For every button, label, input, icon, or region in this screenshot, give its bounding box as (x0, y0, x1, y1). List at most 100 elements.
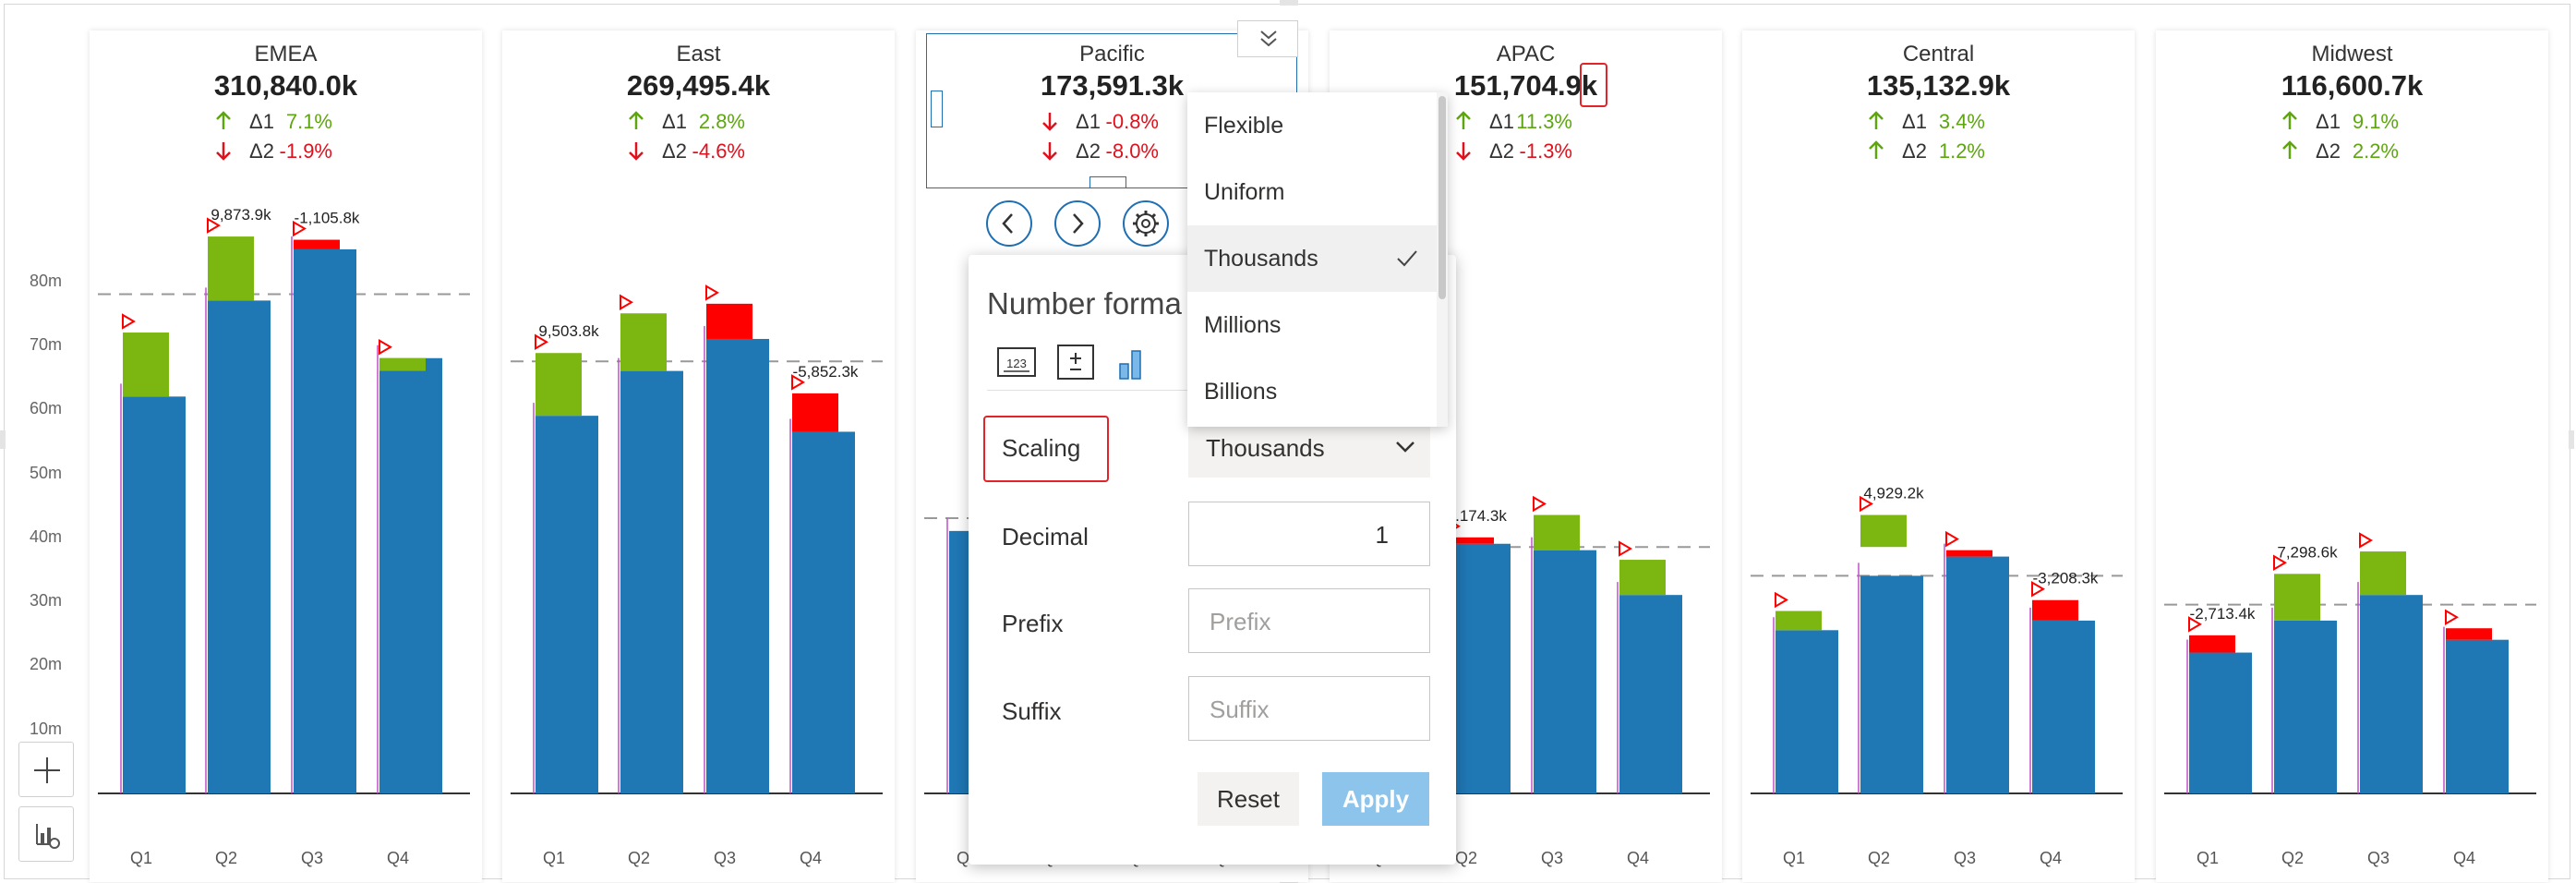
bar-q4[interactable] (2446, 639, 2509, 793)
chart-panel-east[interactable]: East 269,495.4k Δ1 2.8% Δ2 -4.6% 9,503.8k -5,85… (502, 30, 895, 882)
variance-block[interactable] (123, 333, 169, 397)
variance-block[interactable] (208, 236, 254, 301)
variance-block[interactable] (1860, 514, 1907, 548)
variance-block[interactable] (792, 393, 838, 432)
bar-q3[interactable] (2360, 595, 2423, 793)
bar-q2[interactable] (620, 370, 683, 793)
chart-panel-midwest[interactable]: Midwest 116,600.7k Δ1 9.1% Δ2 2.2% -2,713.4k 7,… (2156, 30, 2548, 882)
y-axis-tick-label: 30m (30, 591, 63, 611)
x-axis-tick-label: Q3 (1541, 849, 1563, 867)
scaling-option-millions[interactable]: Millions (1187, 292, 1437, 358)
x-axis-tick-label: Q1 (1783, 849, 1805, 867)
variance-label: 7,298.6k (2277, 543, 2338, 561)
y-axis-tick-label: 70m (30, 334, 63, 354)
delta2-arrow-icon (1869, 140, 1884, 159)
bar-chart-icon[interactable] (1116, 340, 1157, 381)
variance-block[interactable] (1619, 560, 1666, 596)
panel-total: 310,840.0k (214, 69, 358, 102)
x-axis-tick-label: Q1 (2197, 849, 2219, 867)
delta2-label: Δ2 (1489, 139, 1514, 163)
add-button[interactable] (18, 742, 74, 797)
apply-button[interactable]: Apply (1322, 772, 1429, 826)
variance-block[interactable] (706, 303, 752, 339)
bar-q2[interactable] (2274, 620, 2337, 793)
reset-button[interactable]: Reset (1198, 772, 1299, 826)
scrollbar[interactable] (1437, 92, 1448, 427)
variance-label: .174.3k (1455, 507, 1507, 525)
delta1-label: Δ1 (1489, 110, 1514, 133)
bar-q2[interactable] (208, 300, 271, 793)
chart-settings-button[interactable] (18, 806, 74, 862)
svg-text:123: 123 (1006, 357, 1027, 370)
resize-handle-left[interactable] (931, 91, 943, 127)
panel-chart-svg: East269,495.4k Δ1 2.8% Δ2 -4.6% 9,503.8k -5,85… (511, 42, 883, 867)
variance-block[interactable] (2274, 574, 2320, 621)
delta1-arrow-icon (1869, 111, 1884, 129)
prefix-input[interactable]: Prefix (1188, 588, 1430, 653)
settings-button[interactable] (1123, 200, 1169, 247)
bar-q2[interactable] (1448, 543, 1511, 793)
delta2-label: Δ2 (2316, 139, 2341, 163)
variance-block[interactable] (2360, 551, 2406, 596)
delta1-arrow-icon (1456, 111, 1471, 129)
scaling-option-label: Billions (1204, 379, 1278, 405)
delta2-value: -4.6% (692, 139, 745, 163)
bar-q4[interactable] (379, 357, 442, 793)
bar-q1[interactable] (2189, 652, 2252, 793)
scaling-option-flexible[interactable]: Flexible (1187, 92, 1437, 159)
bar-q1[interactable] (1776, 630, 1838, 793)
variance-block[interactable] (1534, 514, 1580, 550)
bar-q3[interactable] (1534, 550, 1596, 793)
number-123-icon[interactable]: 123 (996, 345, 1037, 379)
scaling-option-thousands[interactable]: Thousands (1187, 225, 1437, 292)
chevron-left-icon (1002, 213, 1013, 234)
variance-block[interactable] (536, 353, 582, 417)
suffix-input[interactable]: Suffix (1188, 676, 1430, 741)
scaling-option-uniform[interactable]: Uniform (1187, 159, 1437, 225)
previous-button[interactable] (986, 200, 1032, 247)
unit-suffix-highlight (1580, 63, 1607, 107)
variance-block[interactable] (294, 239, 340, 249)
variance-block[interactable] (2446, 628, 2492, 640)
chart-panel-emea[interactable]: EMEA 310,840.0k Δ1 7.1% Δ2 -1.9% 9,873.9k -1,10… (90, 30, 482, 882)
variance-block[interactable] (379, 357, 426, 371)
bar-q3[interactable] (294, 248, 356, 793)
variance-block[interactable] (620, 313, 667, 371)
resize-handle-bottom[interactable] (1089, 176, 1126, 188)
x-axis-tick-label: Q4 (2040, 849, 2062, 867)
collapse-button[interactable] (1237, 20, 1298, 57)
bar-q2[interactable] (1860, 575, 1923, 793)
bar-q1[interactable] (123, 396, 186, 793)
bar-q3[interactable] (706, 338, 769, 793)
variance-block[interactable] (2032, 599, 2078, 621)
resize-handle-left[interactable] (0, 430, 6, 449)
y-axis-tick-label: 10m (30, 719, 63, 738)
x-axis-tick-label: Q4 (1627, 849, 1649, 867)
scrollbar-thumb[interactable] (1438, 96, 1446, 299)
bar-q1[interactable] (536, 416, 598, 793)
plus-minus-icon[interactable] (1055, 344, 1096, 381)
chevron-right-icon (1073, 213, 1084, 234)
decimal-input[interactable]: 1 (1188, 502, 1430, 566)
variance-block[interactable] (1946, 550, 1992, 557)
panel-chart-svg: Central135,132.9k Δ1 3.4% Δ2 1.2% 4,929.2k -3,… (1751, 42, 2123, 867)
scaling-option-label: Thousands (1204, 246, 1318, 272)
plus-icon (34, 757, 60, 783)
scaling-option-label: Millions (1204, 312, 1282, 338)
variance-block[interactable] (2189, 635, 2235, 653)
panel-title: Central (1903, 42, 1974, 67)
panel-title: Midwest (2311, 42, 2392, 67)
next-button[interactable] (1054, 200, 1101, 247)
resize-handle-top[interactable] (1280, 0, 1298, 6)
chart-panel-central[interactable]: Central 135,132.9k Δ1 3.4% Δ2 1.2% 4,929.2k -3,… (1742, 30, 2135, 882)
x-axis-tick-label: Q3 (2367, 849, 2389, 867)
resize-handle-right[interactable] (2569, 430, 2574, 449)
bar-q3[interactable] (1946, 556, 2009, 793)
variance-block[interactable] (1776, 611, 1822, 631)
delta1-value: 11.3% (1516, 110, 1572, 133)
bar-q4[interactable] (792, 431, 855, 793)
bar-q4[interactable] (1619, 595, 1682, 793)
bar-q4[interactable] (2032, 620, 2095, 793)
scaling-option-billions[interactable]: Billions (1187, 358, 1437, 425)
flag-marker (122, 313, 136, 330)
